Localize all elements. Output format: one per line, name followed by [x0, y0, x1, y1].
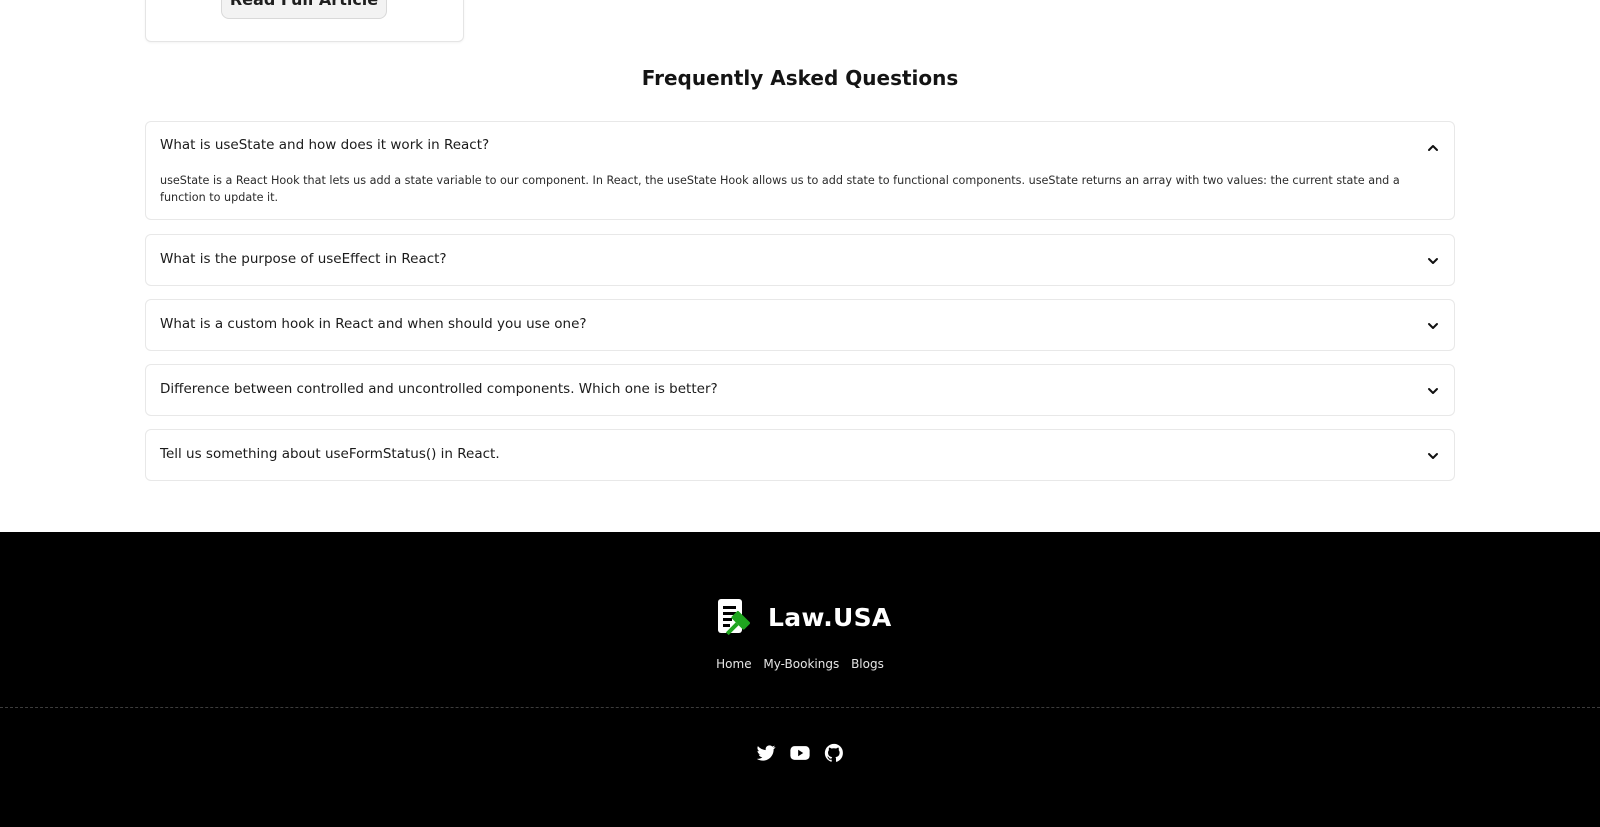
footer-link-blogs[interactable]: Blogs [851, 657, 884, 671]
faq-item[interactable]: What is useState and how does it work in… [145, 121, 1455, 220]
faq-question: What is the purpose of useEffect in Reac… [160, 251, 447, 267]
faq-question: What is useState and how does it work in… [160, 137, 490, 153]
footer: Law.USA Home My-Bookings Blogs [0, 532, 1600, 827]
chevron-down-icon [1428, 453, 1438, 459]
chevron-up-icon [1428, 145, 1438, 151]
faq-question: Difference between controlled and uncont… [160, 381, 718, 397]
footer-divider [0, 707, 1600, 708]
faq-item[interactable]: What is a custom hook in React and when … [145, 299, 1455, 351]
faq-item[interactable]: Difference between controlled and uncont… [145, 364, 1455, 416]
twitter-icon[interactable] [755, 742, 777, 764]
faq-item[interactable]: Tell us something about useFormStatus() … [145, 429, 1455, 481]
page: Read Full Article Frequently Asked Quest… [0, 0, 1600, 827]
github-icon[interactable] [823, 742, 845, 764]
footer-link-my-bookings[interactable]: My-Bookings [763, 657, 839, 671]
social-links [755, 742, 845, 764]
faq-item[interactable]: What is the purpose of useEffect in Reac… [145, 234, 1455, 286]
gavel-document-icon [718, 599, 750, 636]
chevron-down-icon [1428, 323, 1438, 329]
brand-name: Law.USA [768, 602, 892, 632]
footer-logo[interactable]: Law.USA [716, 597, 892, 637]
read-full-article-button[interactable]: Read Full Article [221, 0, 387, 19]
youtube-icon[interactable] [789, 742, 811, 764]
chevron-down-icon [1428, 258, 1438, 264]
chevron-down-icon [1428, 388, 1438, 394]
article-card: Read Full Article [145, 0, 464, 42]
faq-answer: useState is a React Hook that lets us ad… [160, 174, 1400, 204]
faq-title: Frequently Asked Questions [641, 66, 959, 90]
faq-question: What is a custom hook in React and when … [160, 316, 587, 332]
footer-link-home[interactable]: Home [716, 657, 751, 671]
footer-nav: Home My-Bookings Blogs [0, 657, 1600, 671]
faq-question: Tell us something about useFormStatus() … [160, 446, 500, 462]
